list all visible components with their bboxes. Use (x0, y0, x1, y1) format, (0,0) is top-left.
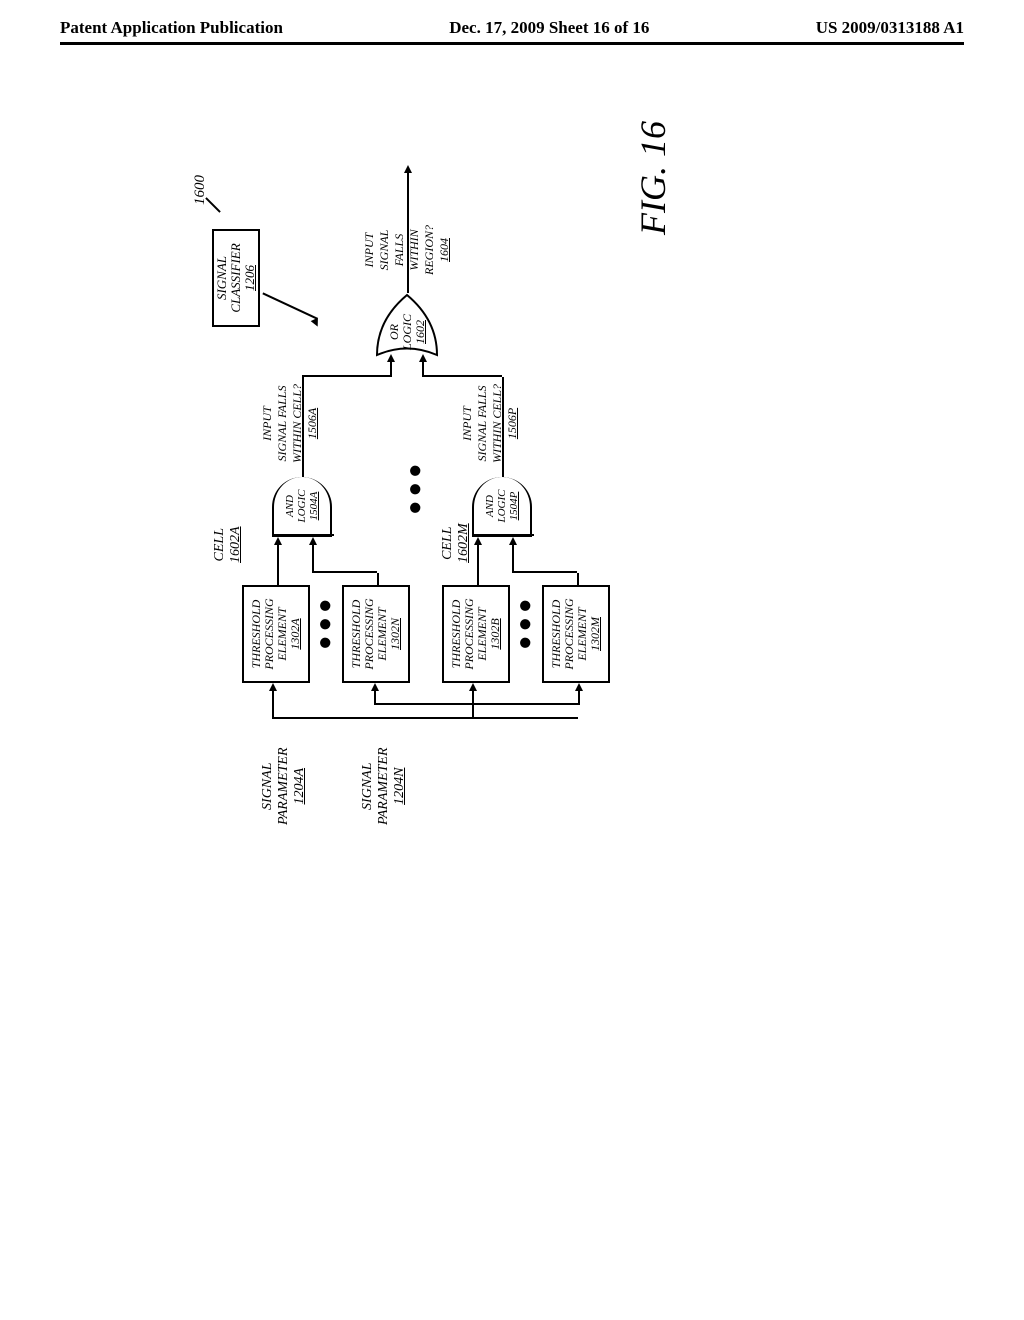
threshold-box-1302n: THRESHOLD PROCESSING ELEMENT 1302N (342, 585, 410, 683)
ellipsis-icon: ●●● (512, 595, 539, 651)
threshold-box-1302m: THRESHOLD PROCESSING ELEMENT 1302M (542, 585, 610, 683)
cell-m-label: CELL 1602M (440, 523, 472, 563)
output-label-1604: INPUT SIGNAL FALLS WITHIN REGION? 1604 (362, 225, 452, 275)
wire (477, 545, 479, 585)
figure-diagram: SIGNAL PARAMETER 1204A SIGNAL PARAMETER … (152, 95, 872, 795)
ellipsis-icon: ●●● (312, 595, 339, 651)
wire (272, 717, 578, 719)
wire (302, 377, 304, 477)
wire (577, 573, 579, 585)
threshold-box-1302b: THRESHOLD PROCESSING ELEMENT 1302B (442, 585, 510, 683)
header-left: Patent Application Publication (60, 18, 283, 38)
and-gate-1504p: AND LOGIC 1504P (472, 477, 532, 537)
wire (312, 571, 377, 573)
wire (390, 362, 392, 377)
wire (512, 545, 514, 573)
signal-parameter-n-label: SIGNAL PARAMETER 1204N (360, 747, 408, 825)
threshold-box-1302a: THRESHOLD PROCESSING ELEMENT 1302A (242, 585, 310, 683)
page-header: Patent Application Publication Dec. 17, … (0, 0, 1024, 42)
signal-parameter-a-label: SIGNAL PARAMETER 1204A (260, 747, 308, 825)
wire (262, 292, 317, 319)
wire (377, 573, 379, 585)
wire (272, 691, 274, 719)
wire (422, 375, 502, 377)
wire (512, 571, 577, 573)
wire (502, 377, 504, 477)
signal-classifier-box: SIGNAL CLASSIFIER 1206 (212, 229, 260, 327)
signal-falls-cell-p: INPUT SIGNAL FALLS WITHIN CELL? 1506P (460, 384, 520, 463)
wire (578, 691, 580, 705)
ref-tick (205, 197, 221, 213)
wire (472, 691, 474, 719)
and-gate-1504a: AND LOGIC 1504A (272, 477, 332, 537)
header-center: Dec. 17, 2009 Sheet 16 of 16 (449, 18, 649, 38)
header-right: US 2009/0313188 A1 (816, 18, 964, 38)
wire (312, 545, 314, 573)
wire (302, 375, 392, 377)
wire (374, 703, 580, 705)
header-rule (60, 42, 964, 45)
wire (374, 691, 376, 705)
ellipsis-icon: ●●● (402, 460, 429, 516)
cell-a-label: CELL 1602A (212, 526, 244, 563)
or-gate-1602: OR LOGIC 1602 (372, 290, 442, 360)
arrowhead-icon (311, 318, 322, 329)
wire (422, 362, 424, 377)
figure-caption: FIG. 16 (632, 121, 674, 235)
signal-falls-cell-a: INPUT SIGNAL FALLS WITHIN CELL? 1506A (260, 384, 320, 463)
wire (277, 545, 279, 585)
